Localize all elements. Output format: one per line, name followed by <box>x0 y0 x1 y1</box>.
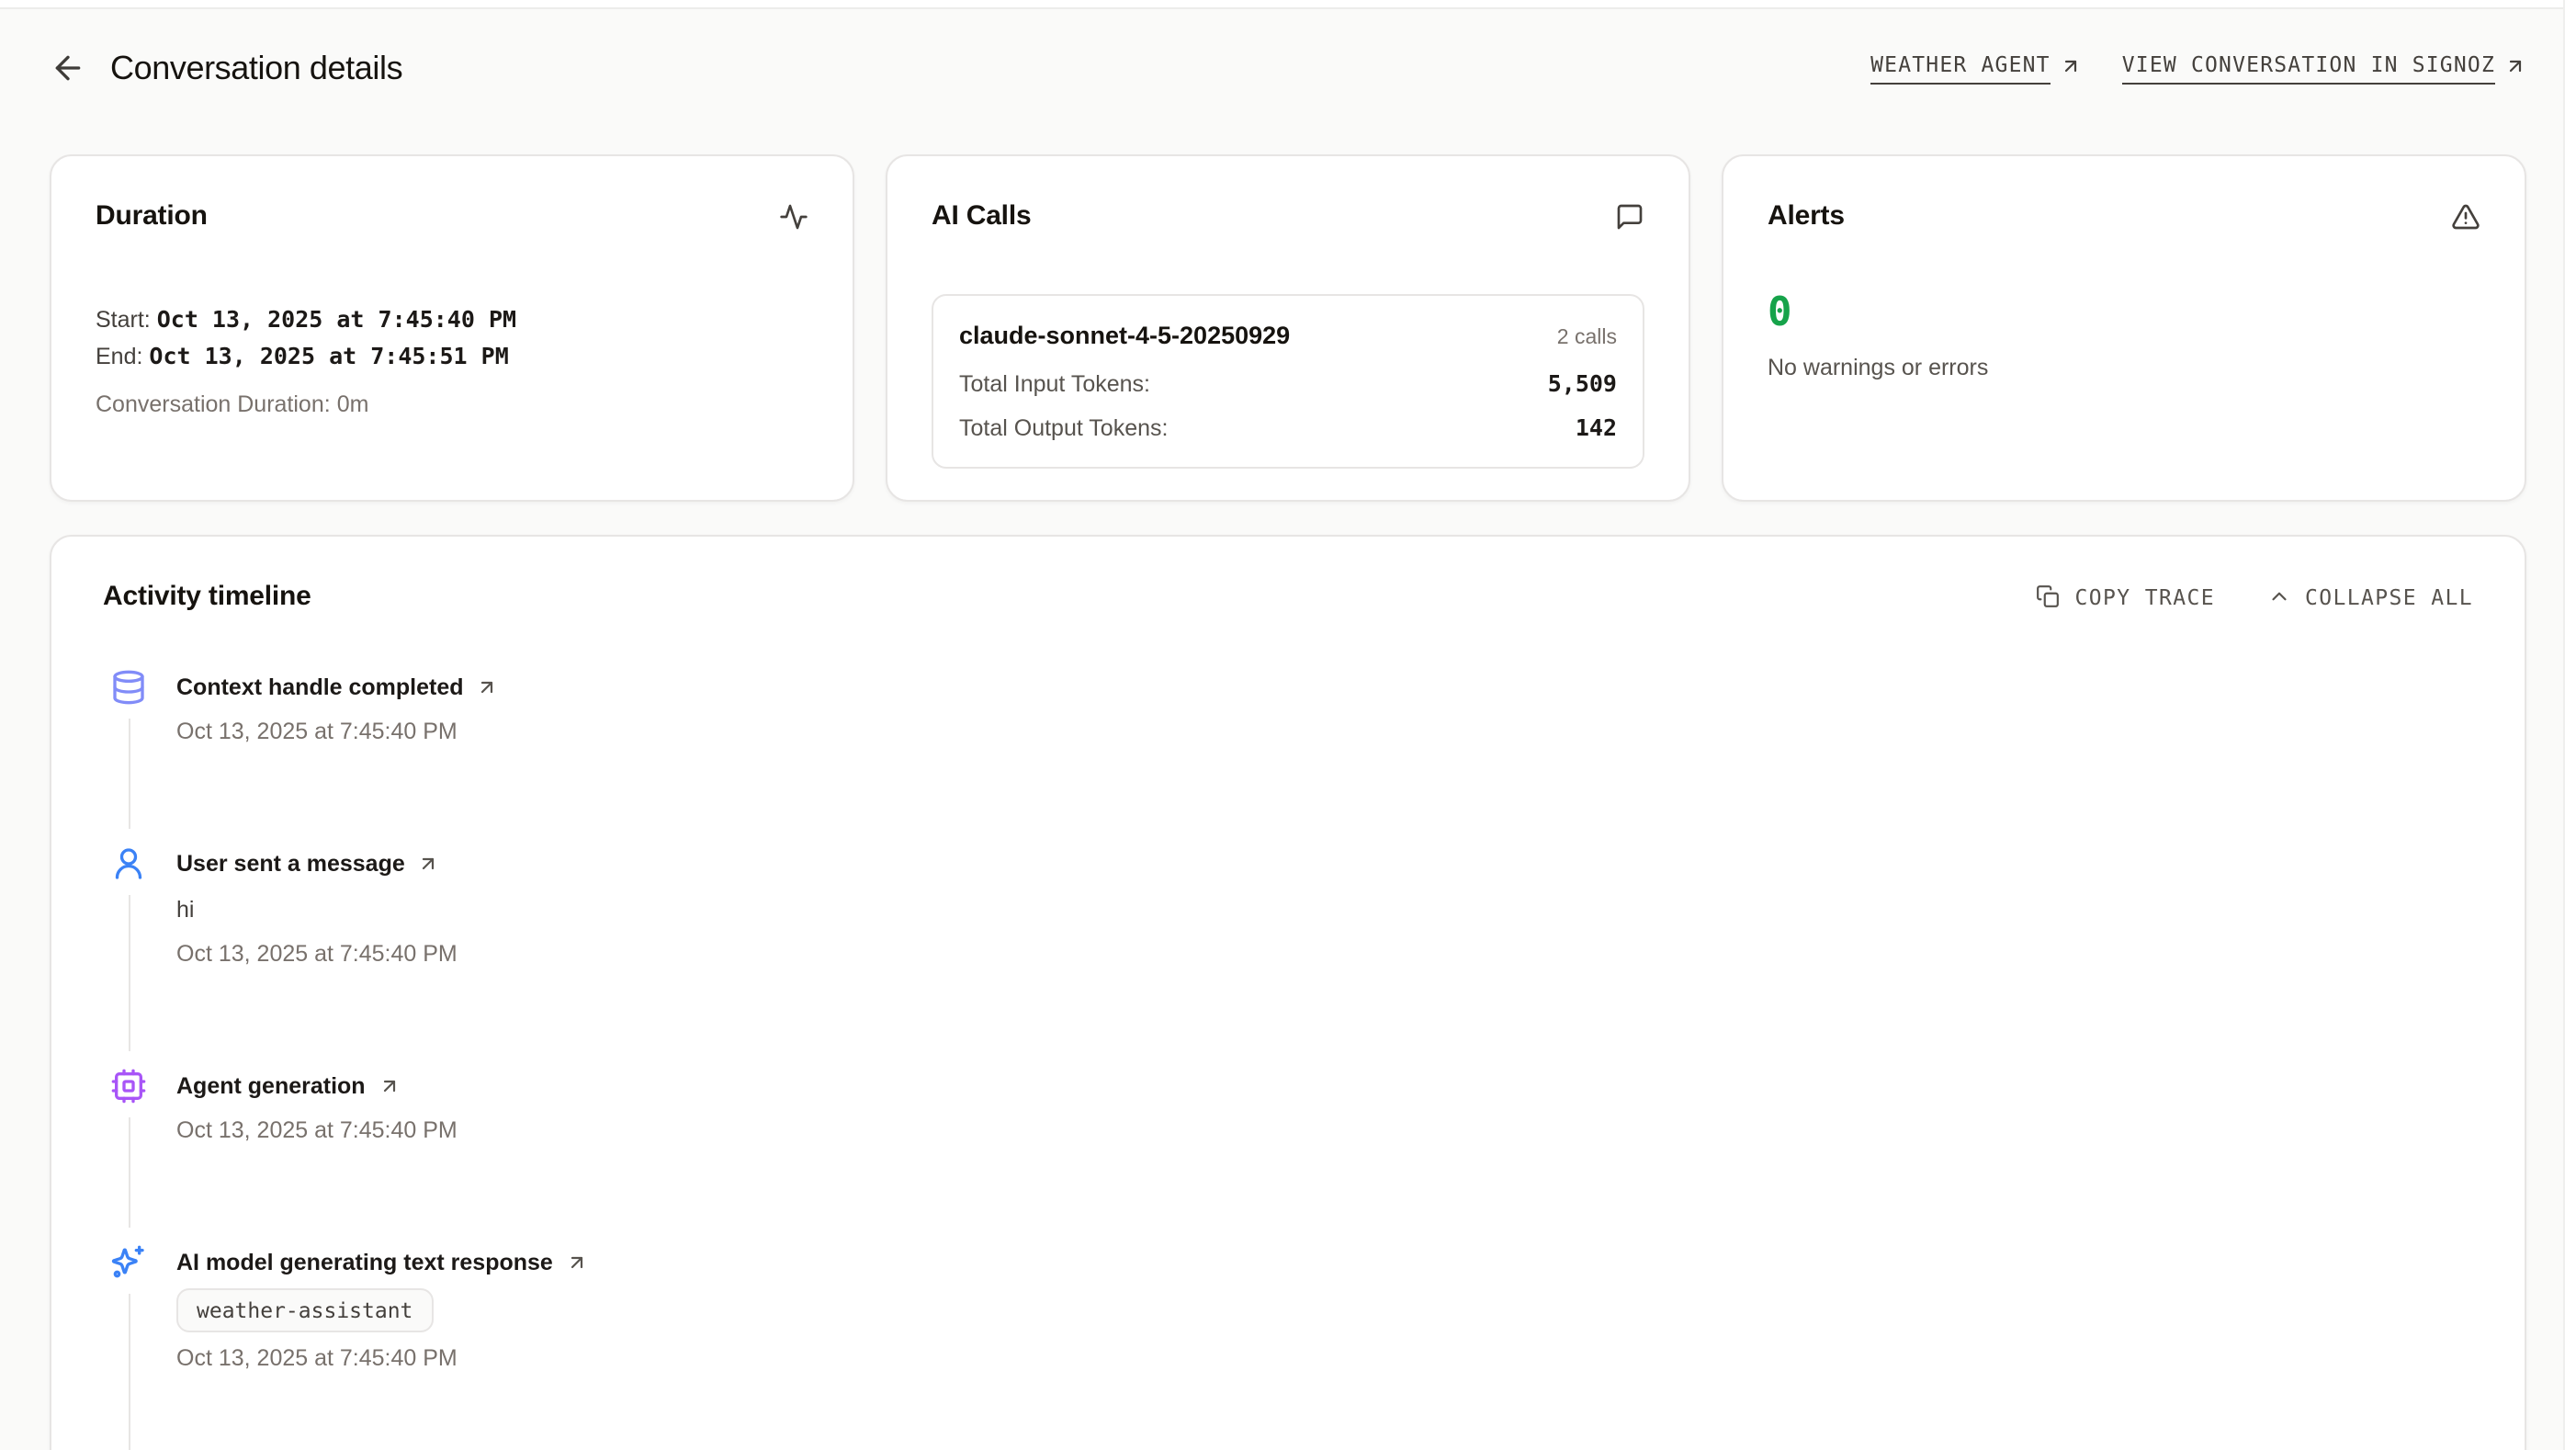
arrow-left-icon <box>50 50 86 86</box>
external-link-icon <box>566 1252 588 1274</box>
timeline-event: Agent generation Oct 13, 2025 at 7:45:40… <box>103 1068 2473 1244</box>
activity-icon <box>779 202 808 241</box>
activity-timeline-card: Activity timeline COPY TRACE COLLAPSE AL… <box>50 535 2526 1450</box>
end-time-row: End: Oct 13, 2025 at 7:45:51 PM <box>96 338 808 375</box>
timeline-event-link[interactable]: User sent a message <box>176 845 2473 882</box>
external-link-icon <box>477 676 499 698</box>
triangle-alert-icon <box>2451 202 2480 241</box>
ai-calls-card-title: AI Calls <box>932 200 1031 232</box>
timeline-event-timestamp: Oct 13, 2025 at 7:45:40 PM <box>176 713 2473 750</box>
output-tokens-value: 142 <box>1576 410 1617 447</box>
alert-count: 0 <box>1768 289 2480 340</box>
sparkles-icon <box>110 1244 147 1281</box>
duration-card-title: Duration <box>96 200 208 232</box>
end-time-value: Oct 13, 2025 at 7:45:51 PM <box>149 342 508 369</box>
conversation-details-page: Conversation details WEATHER AGENT VIEW … <box>0 0 2576 1450</box>
back-button[interactable] <box>50 50 86 86</box>
timeline-event-link[interactable]: AI model generating text response <box>176 1244 2473 1281</box>
timeline-event-timestamp: Oct 13, 2025 at 7:45:40 PM <box>176 935 2473 972</box>
start-time-value: Oct 13, 2025 at 7:45:40 PM <box>157 305 516 333</box>
input-tokens-row: Total Input Tokens: 5,509 <box>959 366 1617 402</box>
page-title: Conversation details <box>110 49 402 87</box>
alerts-card-title: Alerts <box>1768 200 1845 232</box>
conversation-duration-row: Conversation Duration: 0m <box>96 386 808 423</box>
activity-timeline-title: Activity timeline <box>103 581 311 612</box>
input-tokens-value: 5,509 <box>1548 366 1617 402</box>
timeline-event-link[interactable]: Agent generation <box>176 1068 2473 1104</box>
page-content: Conversation details WEATHER AGENT VIEW … <box>0 11 2576 1450</box>
agent-name-badge: weather-assistant <box>176 1288 433 1332</box>
alert-message: No warnings or errors <box>1768 349 2480 386</box>
timeline-event: AI model generating text response weathe… <box>103 1244 2473 1450</box>
copy-icon <box>2037 584 2061 608</box>
view-conversation-signoz-link[interactable]: VIEW CONVERSATION IN SIGNOZ <box>2122 52 2526 85</box>
database-icon <box>110 669 147 706</box>
scrollbar-track[interactable] <box>2563 0 2576 1450</box>
external-link-icon <box>378 1075 401 1097</box>
external-link-icon <box>418 853 440 875</box>
weather-agent-link[interactable]: WEATHER AGENT <box>1870 52 2082 85</box>
conversation-duration-value: 0m <box>337 391 369 417</box>
ai-calls-card: AI Calls claude-sonnet-4-5-20250929 2 ca… <box>886 154 1690 502</box>
copy-trace-button[interactable]: COPY TRACE <box>2037 583 2216 609</box>
timeline-event-timestamp: Oct 13, 2025 at 7:45:40 PM <box>176 1340 2473 1376</box>
cpu-icon <box>110 1068 147 1104</box>
timeline-list: Context handle completed Oct 13, 2025 at… <box>103 669 2473 1450</box>
external-link-icon <box>2504 55 2526 77</box>
chevron-up-icon <box>2266 584 2290 608</box>
alerts-card: Alerts 0 No warnings or errors <box>1722 154 2526 502</box>
external-link-icon <box>2060 55 2082 77</box>
message-square-icon <box>1615 202 1644 241</box>
model-name: claude-sonnet-4-5-20250929 <box>959 316 1290 357</box>
output-tokens-row: Total Output Tokens: 142 <box>959 410 1617 447</box>
summary-cards-row: Duration Start: Oct 13, 2025 at 7:45:40 … <box>50 154 2526 502</box>
top-strip <box>0 0 2576 9</box>
timeline-event: User sent a message hi Oct 13, 2025 at 7… <box>103 845 2473 1068</box>
timeline-event: Context handle completed Oct 13, 2025 at… <box>103 669 2473 845</box>
start-time-row: Start: Oct 13, 2025 at 7:45:40 PM <box>96 301 808 338</box>
timeline-event-badge-row: weather-assistant <box>176 1288 2473 1332</box>
duration-card: Duration Start: Oct 13, 2025 at 7:45:40 … <box>50 154 854 502</box>
page-header: Conversation details WEATHER AGENT VIEW … <box>50 42 2526 94</box>
collapse-all-button[interactable]: COLLAPSE ALL <box>2266 583 2473 609</box>
user-icon <box>110 845 147 882</box>
model-call-count: 2 calls <box>1557 318 1617 358</box>
timeline-event-body: hi <box>176 891 2473 928</box>
model-usage-box: claude-sonnet-4-5-20250929 2 calls Total… <box>932 294 1644 469</box>
timeline-event-link[interactable]: Context handle completed <box>176 669 2473 706</box>
timeline-event-timestamp: Oct 13, 2025 at 7:45:40 PM <box>176 1112 2473 1149</box>
